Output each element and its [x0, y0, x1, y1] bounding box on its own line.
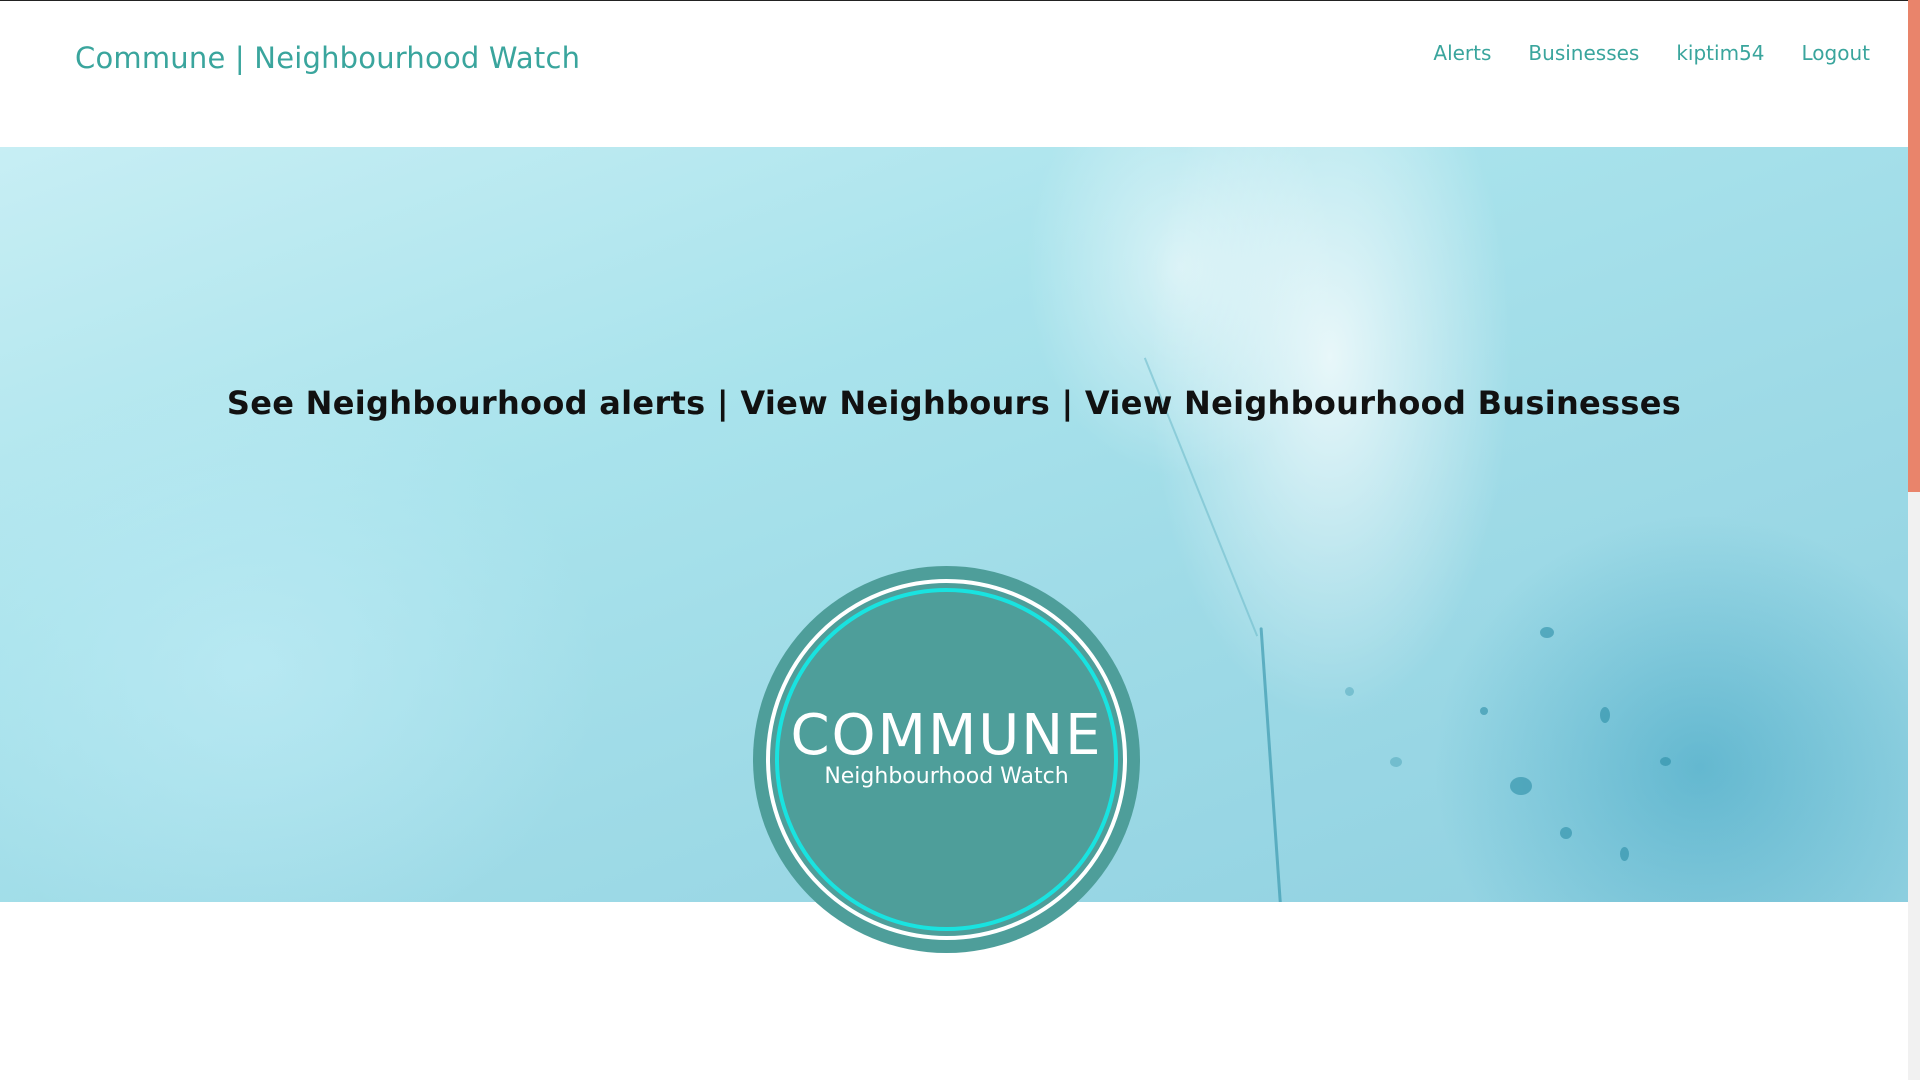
hero-texture-speck — [1600, 707, 1610, 723]
nav-businesses-link[interactable]: Businesses — [1528, 41, 1639, 65]
hero-texture-speck — [1345, 687, 1354, 696]
logo-title: COMMUNE — [790, 703, 1103, 768]
hero-headline: See Neighbourhood alerts | View Neighbou… — [226, 384, 1682, 422]
nav-alerts-link[interactable]: Alerts — [1433, 41, 1491, 65]
logo-subtitle: Neighbourhood Watch — [824, 764, 1069, 789]
commune-logo: COMMUNE Neighbourhood Watch — [753, 566, 1140, 953]
hero-texture-speck — [1620, 847, 1629, 861]
hero-texture-crack — [1259, 627, 1284, 902]
hero-texture-speck — [1390, 757, 1402, 767]
hero-texture-speck — [1560, 827, 1572, 839]
hero-texture-speck — [1510, 777, 1532, 795]
scrollbar-thumb[interactable] — [1908, 0, 1920, 492]
nav-user-link[interactable]: kiptim54 — [1676, 41, 1764, 65]
nav-links: Alerts Businesses kiptim54 Logout — [1433, 41, 1870, 65]
hero-texture-speck — [1540, 627, 1554, 638]
navbar: Commune | Neighbourhood Watch Alerts Bus… — [0, 1, 1908, 147]
page-scrollbar[interactable] — [1908, 0, 1920, 1080]
hero-texture-speck — [1480, 707, 1488, 715]
hero-texture-speck — [1660, 757, 1671, 766]
nav-logout-link[interactable]: Logout — [1802, 41, 1870, 65]
brand-link[interactable]: Commune | Neighbourhood Watch — [75, 41, 580, 75]
